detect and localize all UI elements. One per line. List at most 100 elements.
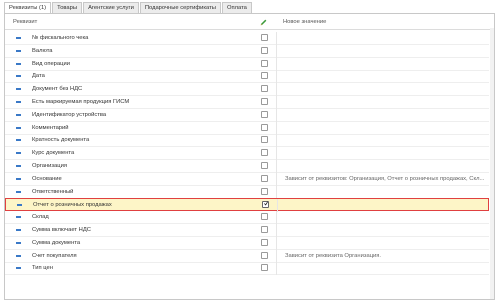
- table-header: Реквизит Новое значение: [5, 16, 494, 30]
- tab-2[interactable]: Агентские услуги: [83, 2, 139, 13]
- requisite-name: Основание: [32, 175, 62, 182]
- tab-4[interactable]: Оплата: [221, 2, 252, 13]
- field-marker-icon: [16, 113, 21, 116]
- table-row[interactable]: Комментарий: [5, 121, 489, 135]
- requisite-name: Валюта: [32, 47, 53, 54]
- table-row[interactable]: Тип цен: [5, 262, 489, 276]
- field-marker-icon: [16, 75, 21, 78]
- column-header-new-value[interactable]: Новое значение: [283, 19, 326, 25]
- field-marker-icon: [16, 62, 21, 65]
- field-marker-icon: [16, 241, 21, 244]
- field-marker-icon: [16, 229, 21, 231]
- column-divider: [276, 185, 277, 199]
- table-row[interactable]: Отчет о розничных продажах: [5, 198, 489, 213]
- checkmark-icon: [264, 201, 268, 206]
- requisite-name: № фискального чека: [32, 35, 89, 41]
- change-checkbox[interactable]: [261, 174, 268, 182]
- column-divider: [276, 262, 277, 276]
- change-checkbox[interactable]: [261, 251, 268, 259]
- table-row[interactable]: Склад: [5, 211, 489, 225]
- requisite-name: Тип цен: [32, 265, 53, 272]
- change-checkbox[interactable]: [261, 72, 268, 80]
- table-row[interactable]: Курс документа: [5, 147, 489, 161]
- field-marker-icon: [16, 216, 21, 219]
- column-divider: [276, 44, 277, 58]
- tab-1[interactable]: Товары: [52, 2, 83, 13]
- change-checkbox[interactable]: [261, 226, 268, 233]
- table-row[interactable]: Счет покупателя Зависит от реквизита Орга…: [5, 249, 489, 263]
- table-row[interactable]: Есть маркируемая продукция ГИСМ: [5, 96, 489, 109]
- change-checkbox[interactable]: [261, 46, 268, 54]
- column-divider: [276, 32, 277, 45]
- change-checkbox[interactable]: [261, 59, 268, 67]
- field-marker-icon: [16, 126, 21, 129]
- requisite-name: Идентификатор устройства: [32, 111, 107, 118]
- table-row[interactable]: Ответственный: [5, 185, 489, 199]
- requisite-name: Вид операции: [32, 60, 70, 67]
- table-row[interactable]: Организация: [5, 160, 489, 173]
- requisite-name: Счет покупателя: [32, 252, 77, 259]
- field-marker-icon: [16, 254, 21, 257]
- change-checkbox[interactable]: [261, 264, 268, 272]
- field-marker-icon: [16, 267, 21, 270]
- table-row[interactable]: Дата: [5, 70, 489, 84]
- change-checkbox[interactable]: [261, 98, 268, 105]
- column-divider: [276, 147, 277, 161]
- change-checkbox[interactable]: [261, 162, 268, 169]
- column-divider: [276, 236, 277, 250]
- change-checkbox[interactable]: [261, 238, 268, 246]
- requisite-name: Комментарий: [32, 124, 69, 131]
- column-header-requisite[interactable]: Реквизит: [13, 19, 37, 25]
- field-marker-icon: [16, 177, 21, 180]
- requisite-name: Сумма документа: [32, 239, 81, 246]
- field-marker-icon: [16, 139, 21, 142]
- change-checkbox[interactable]: [261, 123, 268, 131]
- table-row[interactable]: Сумма документа: [5, 236, 489, 250]
- field-marker-icon: [16, 190, 21, 193]
- table-row[interactable]: Идентификатор устройства: [5, 108, 489, 122]
- column-divider: [276, 70, 277, 84]
- column-divider: [276, 224, 277, 237]
- requisite-name: Отчет о розничных продажах: [33, 202, 112, 209]
- change-checkbox[interactable]: [261, 34, 268, 41]
- table-row[interactable]: Валюта: [5, 44, 489, 58]
- requisite-name: Сумма включает НДС: [32, 227, 91, 233]
- tab-3[interactable]: Подарочные сертификаты: [139, 2, 221, 13]
- column-divider: [276, 211, 277, 225]
- requisite-name: Ответственный: [32, 188, 74, 195]
- field-marker-icon: [16, 37, 21, 39]
- requisite-name: Документ без НДС: [32, 86, 83, 93]
- change-checkbox[interactable]: [261, 110, 268, 118]
- requisite-name: Склад: [32, 214, 49, 221]
- change-checkbox[interactable]: [261, 85, 268, 93]
- column-divider: [276, 57, 277, 71]
- table-row[interactable]: № фискального чека: [5, 32, 489, 45]
- column-divider: [276, 249, 277, 263]
- new-value-cell[interactable]: Зависит от реквизитов: Организация, Отче…: [285, 176, 488, 182]
- column-divider: [276, 96, 277, 109]
- field-marker-icon: [17, 204, 22, 207]
- change-checkbox[interactable]: [261, 187, 268, 195]
- requisite-name: Организация: [32, 163, 67, 169]
- field-marker-icon: [16, 49, 21, 52]
- vertical-scrollbar[interactable]: [490, 28, 494, 299]
- change-checkbox[interactable]: [261, 136, 268, 144]
- table-row[interactable]: Документ без НДС: [5, 83, 489, 97]
- table-row[interactable]: Основание Зависит от реквизитов: Организа…: [5, 172, 489, 186]
- requisite-name: Дата: [32, 73, 45, 80]
- table-row[interactable]: Сумма включает НДС: [5, 224, 489, 237]
- field-marker-icon: [16, 101, 21, 103]
- field-marker-icon: [16, 152, 21, 155]
- change-checkbox[interactable]: [261, 213, 268, 221]
- table-row[interactable]: Вид операции: [5, 57, 489, 71]
- new-value-cell[interactable]: Зависит от реквизита Организация.: [285, 253, 488, 259]
- change-checkbox[interactable]: [262, 201, 269, 209]
- column-divider: [276, 172, 277, 186]
- column-divider: [276, 160, 277, 173]
- requisite-name: Кратность документа: [32, 137, 90, 144]
- field-marker-icon: [16, 88, 21, 91]
- requisites-panel: Реквизит Новое значение № фискального че…: [4, 13, 495, 300]
- change-checkbox[interactable]: [261, 149, 268, 157]
- table-row[interactable]: Кратность документа: [5, 134, 489, 148]
- pencil-icon[interactable]: [259, 18, 268, 27]
